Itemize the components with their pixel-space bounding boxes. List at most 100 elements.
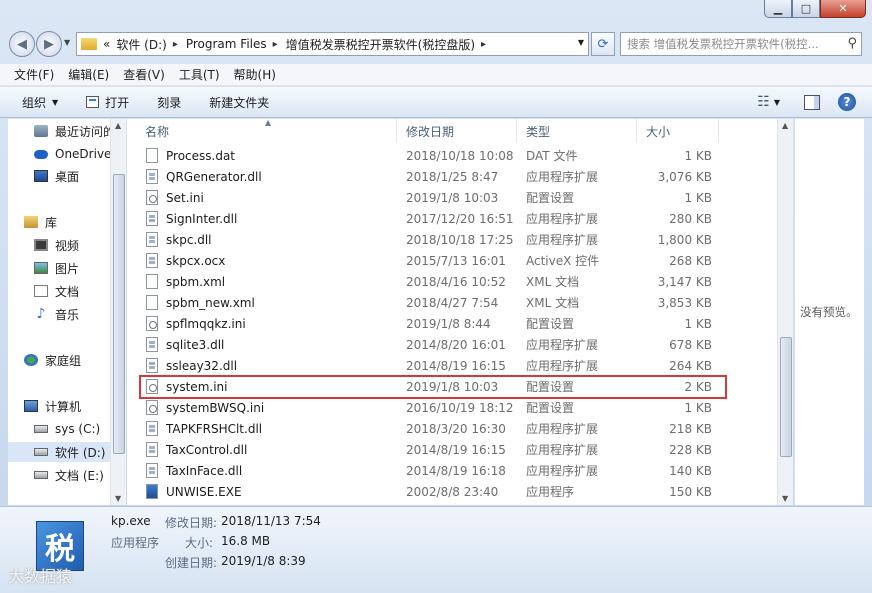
file-date: 2014/8/19 16:15: [406, 358, 506, 373]
computer-icon: [24, 400, 38, 412]
file-row[interactable]: TAPKFRSHClt.dll 2018/3/20 16:30 应用程序扩展 218 …: [137, 418, 721, 439]
file-size: 280 KB: [669, 211, 712, 226]
menu-bar: 文件(F) 编辑(E) 查看(V) 工具(T) 帮助(H): [0, 64, 872, 86]
scroll-up-icon[interactable]: ▲: [115, 121, 121, 130]
file-row[interactable]: Process.dat 2018/10/18 10:08 DAT 文件 1 KB: [137, 145, 721, 166]
file-size: 1 KB: [684, 316, 712, 331]
file-size: 268 KB: [669, 253, 712, 268]
dll-file-icon: [146, 232, 158, 247]
file-row[interactable]: skpcx.ocx 2015/7/13 16:01 ActiveX 控件 268 KB: [137, 250, 721, 271]
column-header-label: 类型: [526, 124, 551, 139]
breadcrumb-current-folder[interactable]: 增值税发票税控开票软件(税控盘版): [286, 36, 475, 53]
file-name: SignInter.dll: [166, 211, 238, 226]
preview-pane-icon[interactable]: [804, 94, 820, 110]
column-header-type[interactable]: 类型: [517, 119, 637, 143]
file-row[interactable]: spbm_new.xml 2018/4/27 7:54 XML 文档 3,853 KB: [137, 292, 721, 313]
close-button[interactable]: ✕: [820, 0, 866, 18]
file-row[interactable]: UNWISE.EXE 2002/8/8 23:40 应用程序 150 KB: [137, 481, 721, 502]
minimize-button[interactable]: ▁: [764, 0, 792, 18]
view-options-icon[interactable]: ☷: [757, 94, 770, 110]
back-button[interactable]: ◀: [9, 31, 35, 57]
nav-scroll-thumb[interactable]: [113, 174, 125, 454]
details-created-label: 创建日期:: [165, 556, 218, 570]
new-folder-button[interactable]: 新建文件夹: [209, 94, 269, 111]
menu-edit[interactable]: 编辑(E): [68, 66, 109, 83]
nav-item-label: 库: [45, 215, 58, 230]
nav-item-label: 图片: [55, 261, 80, 276]
file-name: QRGenerator.dll: [166, 169, 262, 184]
file-row[interactable]: spflmqqkz.ini 2019/1/8 8:44 配置设置 1 KB: [137, 313, 721, 334]
file-date: 2014/8/19 16:18: [406, 463, 506, 478]
file-date: 2018/10/18 10:08: [406, 148, 514, 163]
nav-scrollbar[interactable]: ▲ ▼: [110, 119, 126, 505]
column-header-name[interactable]: ▲ 名称: [127, 118, 397, 143]
chevron-down-icon[interactable]: ▼: [774, 98, 780, 107]
menu-file[interactable]: 文件(F): [14, 66, 54, 83]
search-input[interactable]: 搜索 增值税发票税控开票软件(税控... ⚲: [620, 32, 862, 56]
file-name: Set.ini: [166, 190, 204, 205]
column-header-date[interactable]: 修改日期: [397, 119, 517, 143]
file-size: 140 KB: [669, 463, 712, 478]
help-icon[interactable]: ?: [838, 93, 856, 111]
maximize-button[interactable]: □: [792, 0, 820, 18]
file-row[interactable]: TaxInFace.dll 2014/8/19 16:18 应用程序扩展 140 KB: [137, 460, 721, 481]
file-list-scroll-thumb[interactable]: [780, 337, 792, 457]
file-name: skpc.dll: [166, 232, 212, 247]
menu-tools[interactable]: 工具(T): [179, 66, 220, 83]
file-row[interactable]: systemBWSQ.ini 2016/10/19 18:12 配置设置 1 KB: [137, 397, 721, 418]
column-header-size[interactable]: 大小: [637, 119, 719, 143]
dll-file-icon: [146, 253, 158, 268]
file-row[interactable]: skpc.dll 2018/10/18 17:25 应用程序扩展 1,800 KB: [137, 229, 721, 250]
file-date: 2014/8/19 16:15: [406, 442, 506, 457]
file-size: 678 KB: [669, 337, 712, 352]
details-filename: kp.exe: [111, 514, 151, 528]
nav-item-label: 音乐: [55, 307, 80, 322]
organize-button[interactable]: 组织 ▼: [22, 94, 58, 111]
scroll-down-icon[interactable]: ▼: [782, 494, 788, 503]
file-row[interactable]: sqlite3.dll 2014/8/20 16:01 应用程序扩展 678 KB: [137, 334, 721, 355]
file-row[interactable]: spbm.xml 2018/4/16 10:52 XML 文档 3,147 KB: [137, 271, 721, 292]
cfg-file-icon: [146, 190, 158, 205]
breadcrumb-separator-icon[interactable]: ▸: [481, 39, 486, 50]
scroll-down-icon[interactable]: ▼: [115, 494, 121, 503]
nav-item-drive-d[interactable]: 软件 (D:): [8, 442, 120, 462]
breadcrumb-drive[interactable]: 软件 (D:): [116, 36, 166, 53]
file-row[interactable]: Set.ini 2019/1/8 10:03 配置设置 1 KB: [137, 187, 721, 208]
watermark-text: 大数据猿: [8, 567, 73, 586]
organize-label: 组织: [22, 95, 47, 110]
details-pane: 税 kp.exe 应用程序 修改日期: 2018/11/13 7:54 大小: …: [0, 506, 872, 593]
column-header-label: 名称: [145, 124, 170, 139]
open-button[interactable]: 打开: [86, 94, 129, 111]
file-name: TaxInFace.dll: [166, 463, 243, 478]
refresh-icon: ⟳: [597, 36, 609, 52]
breadcrumb-program-files[interactable]: Program Files: [186, 37, 267, 51]
details-size-value: 16.8 MB: [221, 534, 271, 548]
details-modified-label: 修改日期:: [165, 516, 218, 530]
file-name: sqlite3.dll: [166, 337, 225, 352]
file-row[interactable]: QRGenerator.dll 2018/1/25 8:47 应用程序扩展 3,076…: [137, 166, 721, 187]
breadcrumb-separator-icon[interactable]: ▸: [173, 39, 178, 50]
menu-view[interactable]: 查看(V): [123, 66, 165, 83]
file-row[interactable]: ssleay32.dll 2014/8/19 16:15 应用程序扩展 264 KB: [137, 355, 721, 376]
breadcrumb-separator-icon[interactable]: ▸: [273, 39, 278, 50]
file-date: 2015/7/13 16:01: [406, 253, 506, 268]
breadcrumb-overflow[interactable]: «: [103, 37, 110, 51]
menu-help[interactable]: 帮助(H): [234, 66, 276, 83]
arrow-right-icon: ▶: [44, 36, 54, 52]
file-list-scrollbar[interactable]: ▲ ▼: [777, 119, 793, 505]
burn-button[interactable]: 刻录: [157, 94, 181, 111]
file-date: 2018/1/25 8:47: [406, 169, 499, 184]
file-date: 2019/1/8 8:44: [406, 316, 491, 331]
file-size: 218 KB: [669, 421, 712, 436]
search-icon[interactable]: ⚲: [847, 36, 857, 51]
file-row[interactable]: SignInter.dll 2017/12/20 16:51 应用程序扩展 280 K…: [137, 208, 721, 229]
forward-button[interactable]: ▶: [36, 31, 62, 57]
file-date: 2018/4/16 10:52: [406, 274, 506, 289]
address-dropdown-icon[interactable]: ▼: [578, 38, 584, 47]
address-bar[interactable]: « 软件 (D:) ▸ Program Files ▸ 增值税发票税控开票软件(…: [76, 32, 589, 56]
xml-file-icon: [146, 274, 158, 289]
recent-pages-dropdown[interactable]: ▼: [64, 38, 70, 47]
refresh-button[interactable]: ⟳: [591, 32, 615, 56]
scroll-up-icon[interactable]: ▲: [782, 121, 788, 130]
file-row[interactable]: TaxControl.dll 2014/8/19 16:15 应用程序扩展 228 K…: [137, 439, 721, 460]
